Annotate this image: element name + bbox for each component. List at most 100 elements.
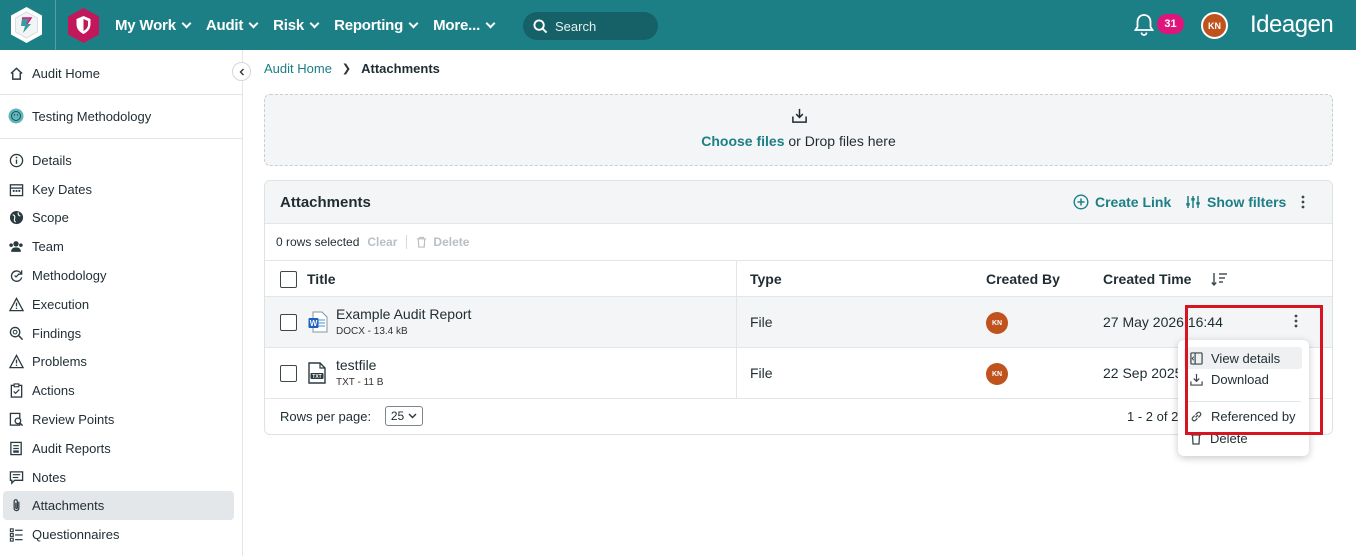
sort-descending-icon[interactable] [1211,271,1228,287]
breadcrumb-audit-home-link[interactable]: Audit Home [264,61,332,76]
sidebar-item-review-points[interactable]: Review Points [0,408,242,430]
chevron-down-icon [248,18,259,28]
breadcrumb-chevron-icon: ❯ [341,63,352,75]
nav-more[interactable]: More... [433,17,496,34]
sidebar-divider [0,138,242,139]
notification-count-badge[interactable]: 31 [1157,14,1184,34]
show-filters-button[interactable]: Show filters [1185,194,1286,210]
column-title-header[interactable]: Title [307,271,336,287]
sidebar-item-attachments[interactable]: Attachments [3,491,234,520]
sidebar: Audit Home Testing Methodology Details K… [0,50,243,556]
created-by-avatar: KN [986,312,1008,334]
link-icon [1191,411,1202,421]
sidebar-item-problems[interactable]: Problems [0,350,242,372]
sidebar-item-questionnaires[interactable]: Questionnaires [0,523,242,545]
created-by-avatar: KN [986,363,1008,385]
search-input[interactable]: Search [523,12,658,40]
column-created-time-header[interactable]: Created Time [1103,271,1191,287]
row-checkbox[interactable] [280,365,297,382]
column-type-header[interactable]: Type [750,271,782,287]
trash-icon [1191,432,1201,445]
sidebar-item-findings[interactable]: Findings [0,322,242,344]
sidebar-item-audit-home[interactable]: Audit Home [0,62,242,84]
delete-selected-button[interactable]: Delete [416,235,469,249]
selection-bar: 0 rows selected Clear Delete [265,224,1332,261]
user-avatar[interactable]: KN [1201,12,1228,39]
sidebar-item-label: Findings [32,325,82,341]
rows-per-page-select[interactable]: 25 [385,406,423,426]
menu-view-details[interactable]: View details [1184,347,1302,369]
sidebar-item-execution[interactable]: Execution [0,293,242,315]
breadcrumb-current: Attachments [361,61,440,76]
file-type: File [750,314,773,330]
nav-risk-label: Risk [273,16,305,34]
create-link-button[interactable]: Create Link [1073,194,1171,210]
nav-reporting[interactable]: Reporting [334,16,419,34]
questionnaire-list-icon [8,526,24,542]
menu-referenced-by[interactable]: Referenced by [1184,405,1302,427]
file-title[interactable]: Example Audit Report [336,306,471,322]
menu-delete[interactable]: Delete [1184,427,1302,449]
row-context-menu: View details Download Referenced by Dele… [1178,340,1309,456]
column-created-by-header[interactable]: Created By [986,271,1060,287]
findings-search-icon [8,325,24,341]
trash-icon [417,236,427,248]
sidebar-item-label: Attachments [32,498,105,513]
select-all-checkbox[interactable] [280,271,297,288]
calendar-icon [8,181,24,197]
notes-icon [8,469,24,485]
more-options-icon[interactable] [1301,195,1305,209]
sidebar-item-label: Execution [32,296,90,312]
column-divider [736,261,737,399]
sidebar-item-scope[interactable]: Scope [0,206,242,228]
sidebar-item-methodology[interactable]: Methodology [0,264,242,286]
row-checkbox[interactable] [280,314,297,331]
breadcrumb: Audit Home ❯ Attachments [264,61,440,76]
download-icon [1190,373,1203,386]
nav-audit[interactable]: Audit [205,16,259,34]
chevron-down-icon [408,413,417,419]
info-icon [8,152,24,168]
sidebar-item-label: Audit Reports [32,440,111,456]
paperclip-icon [8,498,24,514]
sidebar-item-details[interactable]: Details [0,149,242,171]
sidebar-collapse-button[interactable] [232,62,251,81]
sidebar-item-notes[interactable]: Notes [0,466,242,488]
created-time: 27 May 2026 16:44 [1103,314,1223,330]
svg-text:TXT: TXT [312,374,321,380]
file-title[interactable]: testfile [336,357,376,373]
nav-my-work[interactable]: My Work [115,17,192,34]
table-row[interactable]: TXT testfile TXT - 11 B File KN 22 Sep 2… [265,348,1332,399]
search-placeholder: Search [555,18,597,34]
sidebar-item-label: Audit Home [32,65,100,81]
sidebar-item-key-dates[interactable]: Key Dates [0,178,242,200]
clipboard-check-icon [8,382,24,398]
nav-audit-label: Audit [205,16,244,34]
nav-risk[interactable]: Risk [273,16,320,34]
app-logo-icon[interactable] [9,6,44,44]
download-tray-icon [792,108,807,123]
choose-files-link[interactable]: Choose files [701,133,784,149]
file-dropzone[interactable]: Choose files or Drop files here [264,94,1333,166]
menu-download[interactable]: Download [1184,368,1302,390]
sidebar-item-team[interactable]: Team [0,235,242,257]
table-row[interactable]: W Example Audit Report DOCX - 13.4 kB Fi… [265,297,1332,348]
clear-selection-button[interactable]: Clear [367,235,397,249]
brand-logo: Ideagen [1250,11,1334,38]
rows-per-page-value: 25 [390,409,405,423]
sidebar-item-audit-reports[interactable]: Audit Reports [0,437,242,459]
file-meta: DOCX - 13.4 kB [336,326,408,337]
rows-selected-count: 0 rows selected [276,235,360,249]
sidebar-item-label: Team [32,238,64,254]
filter-sliders-icon [1186,196,1200,208]
shield-app-icon[interactable] [66,7,101,44]
nav-reporting-label: Reporting [334,16,404,34]
notifications-bell-icon[interactable] [1134,13,1154,37]
menu-divider [1186,401,1301,402]
view-details-panel-icon [1190,351,1203,365]
file-meta: TXT - 11 B [336,377,384,388]
sidebar-item-actions[interactable]: Actions [0,379,242,401]
sidebar-item-project[interactable]: Testing Methodology [0,105,242,127]
row-more-options-icon[interactable] [1294,314,1298,328]
created-time: 22 Sep 2025 [1103,365,1183,381]
